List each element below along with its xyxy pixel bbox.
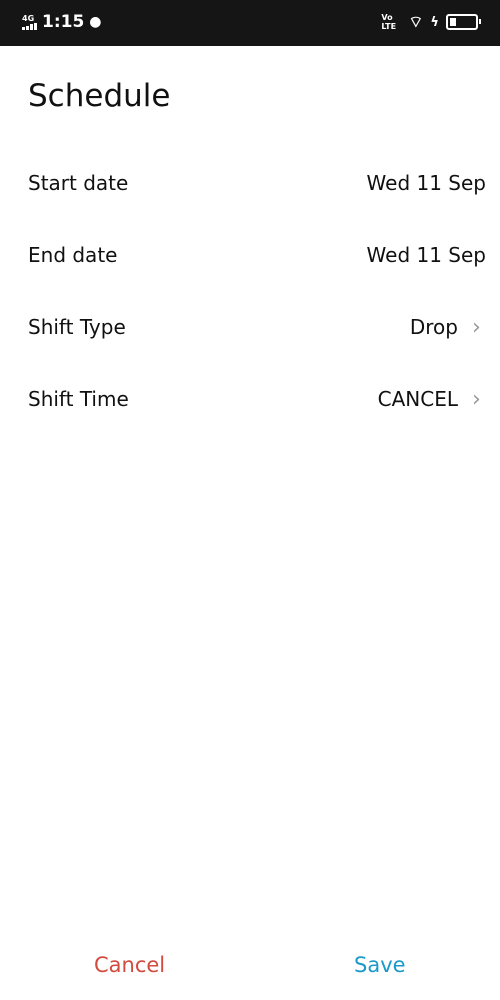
end-date-row[interactable]: End date Wed 11 Sep [0,219,500,291]
signal-icon: 4G [22,14,37,30]
save-button[interactable]: Save [348,952,412,978]
volte-icon: Vo LTE [381,13,397,31]
row-value: Drop [409,315,458,339]
cancel-button[interactable]: Cancel [88,952,171,978]
shift-time-row[interactable]: Shift Time CANCEL › [0,363,500,435]
chevron-right-icon: › [472,386,481,412]
chat-notification-icon: ● [89,14,102,30]
status-bar: 4G 1:15 ● Vo LTE ⌔ ϟ [0,0,500,46]
row-value: Wed 11 Sep [366,171,486,195]
shift-type-row[interactable]: Shift Type Drop › [0,291,500,363]
row-value: Wed 11 Sep [366,243,486,267]
row-label: Shift Type [28,315,126,339]
row-value: CANCEL [377,387,458,411]
clock: 1:15 [42,12,85,32]
start-date-row[interactable]: Start date Wed 11 Sep [0,147,500,219]
wifi-icon: ⌔ [408,12,424,31]
row-label: End date [28,243,118,267]
row-label: Shift Time [28,387,129,411]
footer: Cancel Save [0,944,500,1000]
battery-icon [446,14,481,30]
chevron-right-icon: › [472,314,481,340]
page-title: Schedule [28,78,171,114]
row-label: Start date [28,171,129,195]
charging-icon: ϟ [430,14,439,30]
